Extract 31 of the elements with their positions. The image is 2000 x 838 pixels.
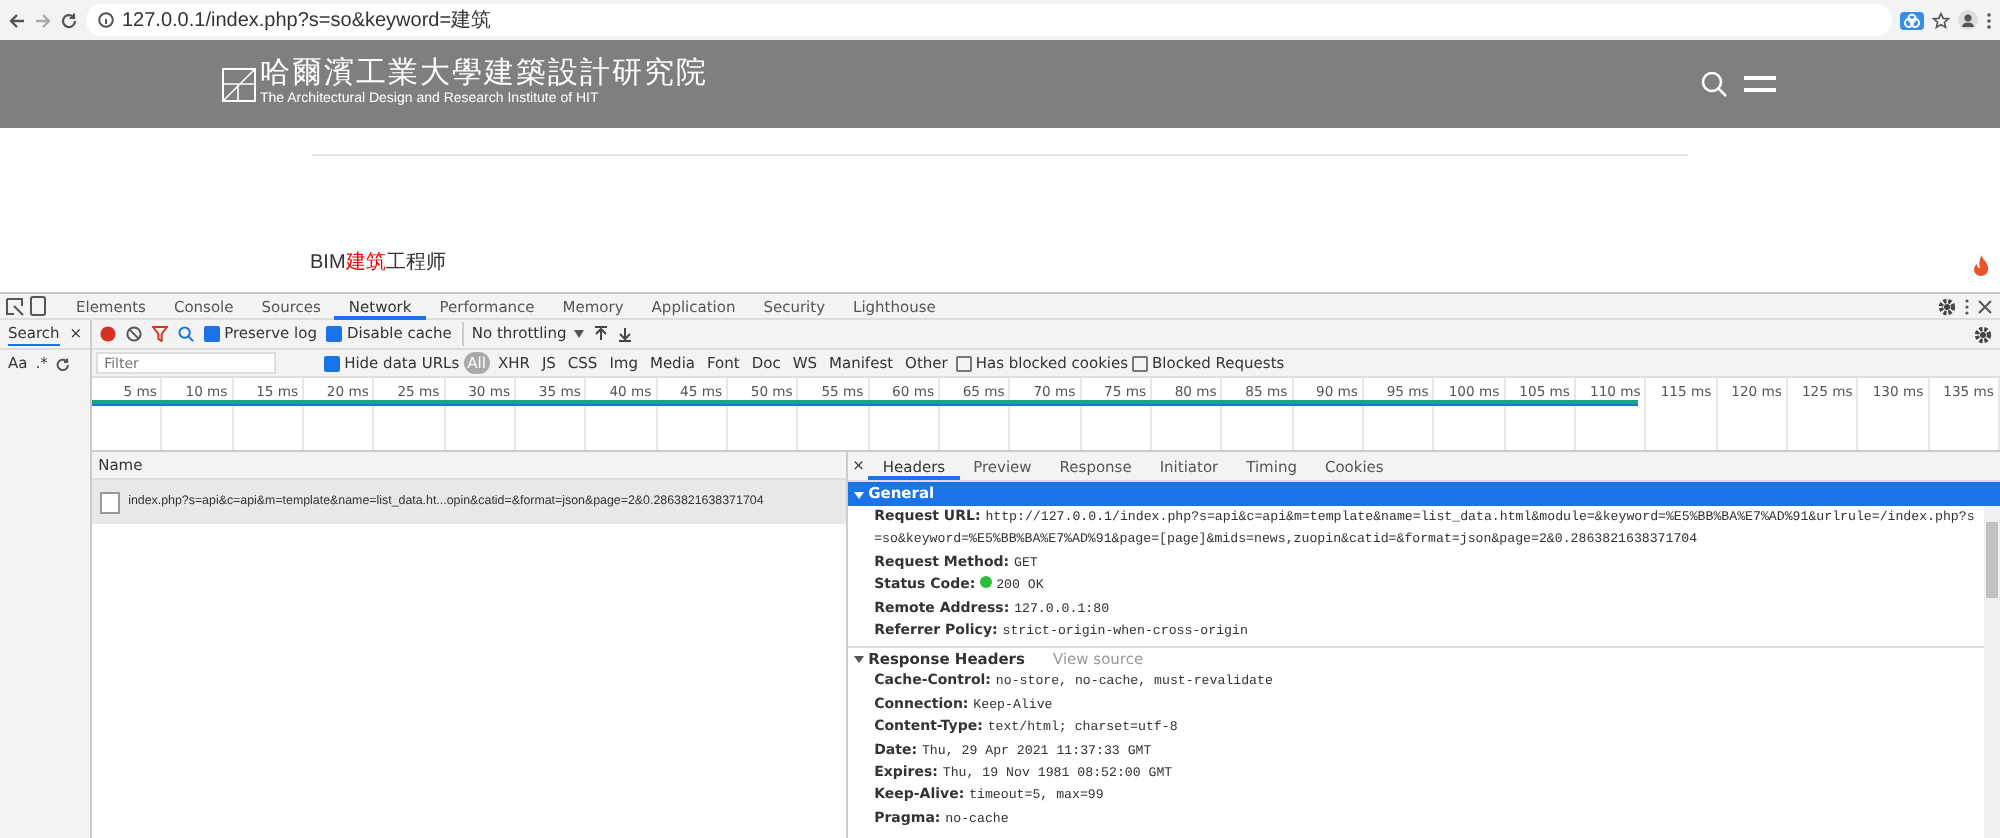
profile-icon[interactable] — [1958, 10, 1978, 30]
document-icon — [100, 491, 121, 513]
url-text: 127.0.0.1/index.php?s=so&keyword=建筑 — [122, 7, 492, 35]
site-title: 哈爾濱工業大學建築設計研究院 — [260, 57, 708, 90]
scrollbar[interactable] — [1984, 506, 2000, 838]
refresh-icon[interactable] — [55, 357, 70, 371]
clear-icon[interactable] — [126, 326, 143, 342]
close-icon[interactable] — [1978, 299, 1992, 313]
logo-icon — [222, 67, 256, 101]
caret-icon[interactable] — [854, 654, 865, 665]
record-icon[interactable] — [100, 326, 117, 342]
back-icon[interactable] — [8, 11, 26, 29]
upload-icon[interactable] — [594, 326, 609, 342]
address-bar[interactable]: 127.0.0.1/index.php?s=so&keyword=建筑 — [86, 4, 1892, 36]
search-icon[interactable] — [1700, 70, 1728, 98]
inspect-icon[interactable] — [6, 297, 24, 315]
device-icon[interactable] — [30, 296, 46, 316]
cloud-icon[interactable] — [1900, 11, 1924, 29]
star-icon[interactable] — [1932, 11, 1950, 29]
filter-icon[interactable] — [152, 326, 169, 342]
info-icon — [98, 12, 114, 28]
more-icon[interactable] — [1964, 297, 1970, 315]
more-icon[interactable] — [1986, 11, 1992, 29]
caret-icon[interactable] — [854, 489, 865, 499]
reload-icon[interactable] — [60, 11, 78, 29]
caret-icon — [574, 330, 585, 338]
search-icon[interactable] — [178, 326, 195, 342]
search-result-link[interactable]: BIM建筑工程师 — [310, 248, 446, 278]
flame-icon[interactable] — [1972, 254, 1990, 276]
download-icon[interactable] — [618, 326, 633, 342]
menu-icon[interactable] — [1744, 74, 1776, 94]
